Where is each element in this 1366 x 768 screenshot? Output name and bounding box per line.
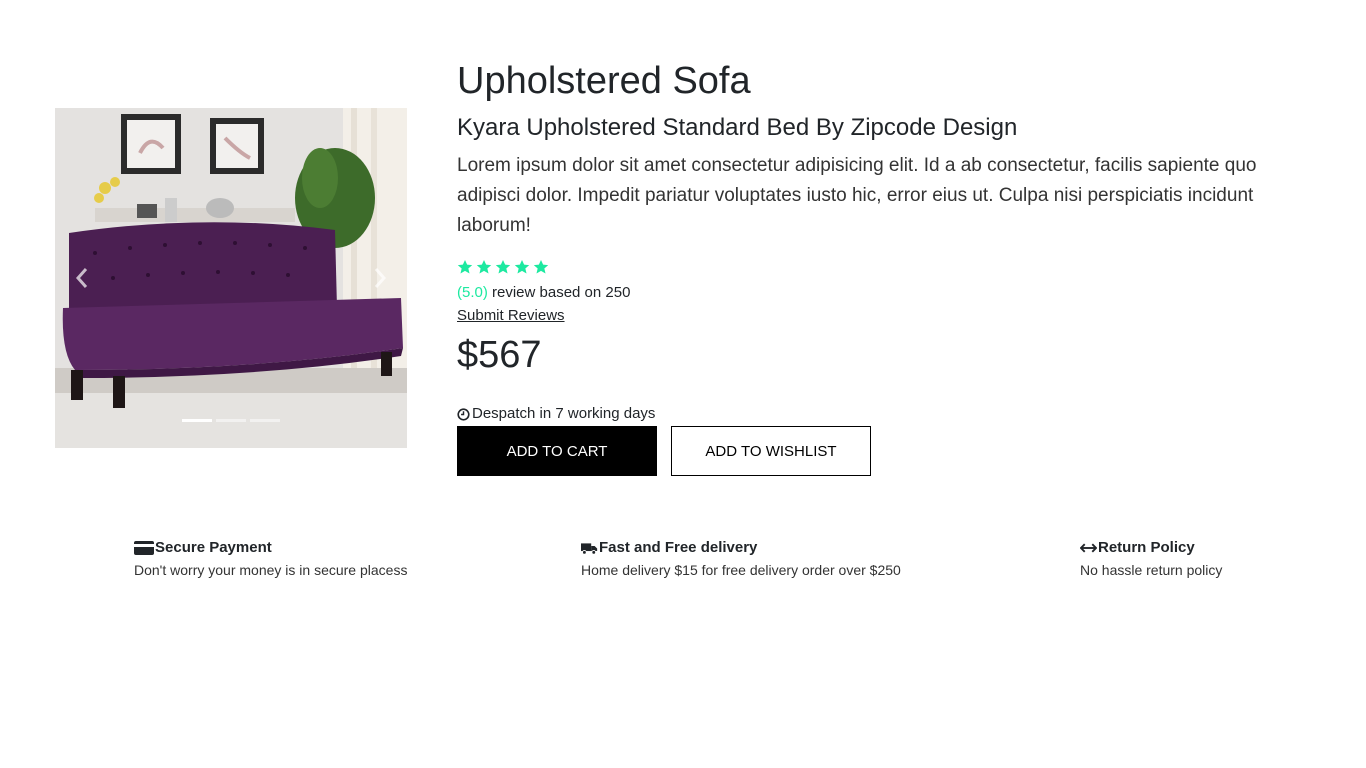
feature-title: Secure Payment — [155, 539, 272, 556]
rating-score: (5.0) — [457, 284, 488, 301]
feature-secure-payment: Secure Payment Don't worry your money is… — [134, 538, 407, 580]
carousel-indicators — [55, 419, 407, 422]
star-icon — [514, 260, 530, 274]
chevron-left-icon — [75, 268, 88, 288]
despatch-info: Despatch in 7 working days — [457, 404, 1317, 424]
star-icon — [476, 260, 492, 274]
feature-text: Don't worry your money is in secure plac… — [134, 562, 408, 578]
truck-icon — [581, 542, 598, 555]
review-count-text: review based on 250 — [487, 284, 631, 301]
carousel-indicator-3[interactable] — [250, 419, 280, 422]
product-description: Lorem ipsum dolor sit amet consectetur a… — [457, 155, 1257, 236]
carousel-indicator-2[interactable] — [216, 419, 246, 422]
carousel-next-button[interactable] — [365, 258, 395, 298]
carousel-indicator-1[interactable] — [182, 419, 212, 422]
star-icon — [457, 260, 473, 274]
feature-title: Return Policy — [1098, 539, 1195, 556]
review-summary: (5.0) review based on 250 — [457, 283, 1317, 303]
submit-reviews-link[interactable]: Submit Reviews — [457, 306, 565, 326]
product-info: Upholstered Sofa Kyara Upholstered Stand… — [457, 58, 1317, 476]
add-to-cart-button[interactable]: ADD TO CART — [457, 426, 657, 476]
product-subtitle: Kyara Upholstered Standard Bed By Zipcod… — [457, 114, 1018, 141]
action-buttons: ADD TO CART ADD TO WISHLIST — [457, 426, 1317, 476]
feature-text: Home delivery $15 for free delivery orde… — [581, 562, 901, 578]
add-to-wishlist-button[interactable]: ADD TO WISHLIST — [671, 426, 871, 476]
despatch-text: Despatch in 7 working days — [472, 405, 656, 422]
star-icon — [495, 260, 511, 274]
clock-icon — [457, 407, 470, 421]
chevron-right-icon — [374, 268, 387, 288]
rating-stars — [457, 259, 1317, 277]
left-right-arrow-icon — [1080, 543, 1097, 553]
product-price: $567 — [457, 334, 542, 376]
feature-text: No hassle return policy — [1080, 562, 1223, 578]
feature-title: Fast and Free delivery — [599, 539, 758, 556]
product-image-carousel[interactable] — [55, 108, 407, 448]
feature-return-policy: Return Policy No hassle return policy — [1080, 538, 1222, 580]
product-title: Upholstered Sofa — [457, 60, 751, 102]
carousel-prev-button[interactable] — [67, 258, 97, 298]
feature-fast-delivery: Fast and Free delivery Home delivery $15… — [581, 538, 901, 580]
star-icon — [533, 260, 549, 274]
credit-card-icon — [134, 541, 154, 555]
product-image — [55, 108, 407, 448]
